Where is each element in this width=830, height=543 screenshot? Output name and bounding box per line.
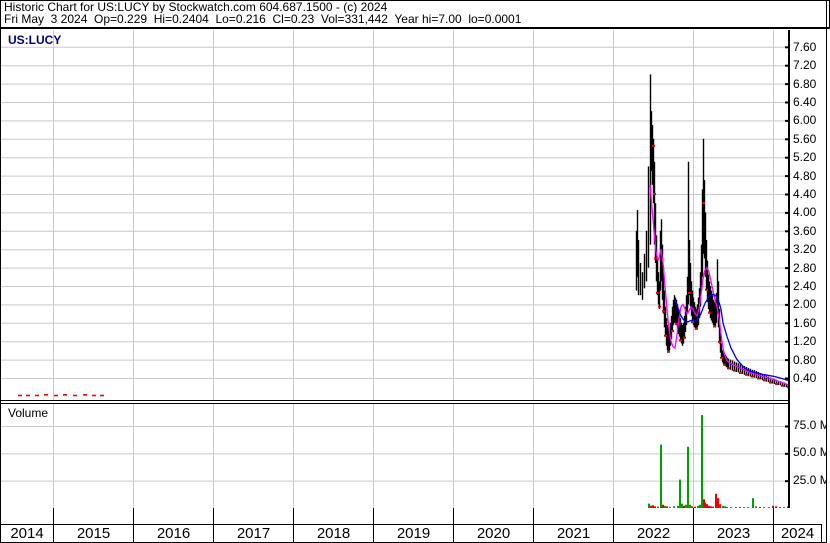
early-price-dash	[92, 394, 96, 397]
early-price-dash	[35, 394, 39, 397]
price-chart-panel	[0, 30, 790, 401]
price-axis-label: 3.60	[793, 223, 817, 238]
volume-panel-label: Volume	[8, 406, 49, 420]
price-axis-label: 2.80	[793, 260, 817, 275]
symbol-label: US:LUCY	[8, 33, 62, 47]
price-axis-label: 2.40	[793, 279, 817, 293]
year-label: 2019	[373, 525, 453, 542]
volume-axis-label: 50.0 M	[793, 445, 826, 460]
year-label: 2024	[773, 525, 821, 542]
price-axis-label: 4.00	[793, 205, 817, 220]
year-divider	[293, 508, 294, 524]
price-axis-label: 6.40	[793, 95, 817, 109]
volume-axis-label: 25.0 M	[793, 472, 826, 487]
year-label: 2017	[213, 525, 293, 542]
early-price-dash	[18, 394, 22, 397]
ma-fast-line	[649, 184, 790, 386]
year-divider	[373, 508, 374, 524]
year-divider	[773, 508, 774, 524]
year-divider	[133, 508, 134, 524]
price-axis-label: 7.60	[793, 39, 817, 54]
year-divider	[453, 508, 454, 524]
right-axis-column: 7.60 7.20 6.80 6.40 6.00 5.60 5.20 4.80 4.40 4.00…	[791, 30, 826, 525]
price-axis-label: 4.40	[793, 187, 817, 201]
year-divider	[213, 508, 214, 524]
year-label: 2023	[693, 525, 773, 542]
price-axis-label: 6.80	[793, 76, 817, 91]
quote-summary-bar: Fri May 3 2024 Op=0.229 Hi=0.2404 Lo=0.2…	[0, 13, 830, 29]
axis-border-line	[788, 30, 790, 525]
volume-chart-panel	[0, 403, 790, 509]
year-label: 2022	[613, 525, 693, 542]
year-label: 2015	[53, 525, 133, 542]
price-axis-label: 5.20	[793, 150, 817, 165]
price-axis-label: 1.60	[793, 315, 817, 330]
early-price-dash	[26, 394, 30, 397]
price-axis-label: 0.80	[793, 352, 817, 367]
volume-axis-label: 75.0 M	[793, 418, 826, 432]
price-axis-label: 6.00	[793, 113, 817, 128]
price-chart-canvas	[0, 30, 790, 400]
year-label: 2020	[453, 525, 533, 542]
price-axis-label: 5.60	[793, 131, 817, 146]
price-axis-label: 1.20	[793, 334, 817, 349]
year-divider	[613, 508, 614, 524]
early-price-dash	[63, 394, 67, 396]
timeline-spacer-row	[0, 508, 790, 524]
price-axis-label: 7.20	[793, 58, 817, 73]
early-price-dash	[54, 394, 58, 397]
price-axis-label: 2.00	[793, 297, 817, 312]
price-axis-label: 0.40	[793, 371, 817, 385]
early-price-dash	[73, 394, 77, 397]
early-price-dash	[83, 394, 87, 396]
volume-bars	[648, 415, 789, 508]
year-label: 2016	[133, 525, 213, 542]
early-price-dash	[100, 394, 104, 397]
volume-chart-canvas	[0, 404, 790, 508]
early-price-dash	[44, 394, 48, 396]
year-label: 2014	[0, 525, 53, 542]
price-axis-label: 4.80	[793, 168, 817, 183]
year-label: 2018	[293, 525, 373, 542]
year-divider	[533, 508, 534, 524]
year-axis-row: 2014 2015 2016 2017 2018 2019 2020 2021 2022 2023…	[0, 524, 822, 543]
year-divider	[693, 508, 694, 524]
year-divider	[53, 508, 54, 524]
year-label: 2021	[533, 525, 613, 542]
stockwatch-historic-chart-window: Historic Chart for US:LUCY by Stockwatch…	[0, 0, 830, 543]
price-axis-label: 3.20	[793, 242, 817, 257]
